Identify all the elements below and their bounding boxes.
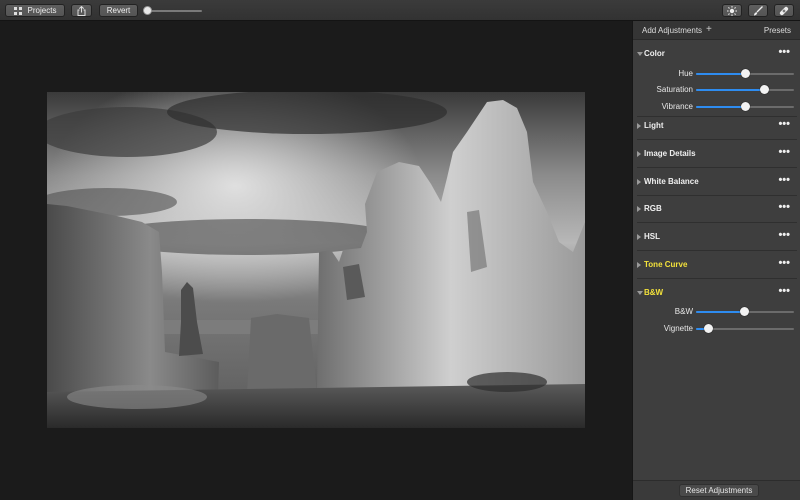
slider-label: Hue <box>678 69 693 78</box>
section-hsl[interactable]: HSL ••• <box>633 229 800 243</box>
disclosure-right-icon[interactable] <box>637 151 641 157</box>
slider-track[interactable] <box>696 102 794 111</box>
retouch-button[interactable] <box>774 4 794 17</box>
plus-icon[interactable]: + <box>706 24 712 35</box>
more-icon[interactable]: ••• <box>778 257 790 269</box>
section-image-details[interactable]: Image Details ••• <box>633 146 800 160</box>
toolbar: Projects Revert <box>0 0 800 21</box>
slider-hue: Hue <box>633 67 800 79</box>
disclosure-right-icon[interactable] <box>637 234 641 240</box>
section-color: Color ••• <box>633 46 800 60</box>
section-title: Light <box>644 121 664 130</box>
section-title: Image Details <box>644 149 696 158</box>
slider-bw: B&W <box>633 305 800 317</box>
disclosure-down-icon[interactable] <box>637 291 643 295</box>
more-icon[interactable]: ••• <box>778 146 790 158</box>
section-color-header[interactable]: Color ••• <box>633 46 800 60</box>
slider-vignette: Vignette <box>633 322 800 334</box>
slider-knob[interactable] <box>741 69 750 78</box>
slider-track[interactable] <box>696 324 794 333</box>
revert-label: Revert <box>106 6 131 15</box>
slider-label: B&W <box>674 307 693 316</box>
more-icon[interactable]: ••• <box>778 174 790 186</box>
brush-icon <box>753 5 763 16</box>
section-bw: B&W ••• <box>633 285 800 299</box>
slider-track[interactable] <box>696 307 794 316</box>
section-bw-header[interactable]: B&W ••• <box>633 285 800 299</box>
slider-label: Saturation <box>656 85 693 94</box>
slider-label: Vignette <box>663 324 693 333</box>
share-icon <box>77 5 86 16</box>
share-button[interactable] <box>71 4 92 17</box>
section-title: HSL <box>644 232 660 241</box>
sun-icon <box>727 5 737 16</box>
more-icon[interactable]: ••• <box>778 229 790 241</box>
slider-label: Vibrance <box>661 102 693 111</box>
slider-saturation: Saturation <box>633 83 800 95</box>
zoom-slider-knob[interactable] <box>143 6 152 15</box>
more-icon[interactable]: ••• <box>778 201 790 213</box>
section-rgb[interactable]: RGB ••• <box>633 201 800 215</box>
slider-vibrance: Vibrance <box>633 100 800 112</box>
adjustments-panel: Add Adjustments + Presets Color ••• Hue … <box>632 21 800 500</box>
panel-footer: Reset Adjustments <box>633 480 800 500</box>
section-title: B&W <box>644 288 664 297</box>
add-adjustments-button[interactable]: Add Adjustments <box>642 26 702 35</box>
section-white-balance[interactable]: White Balance ••• <box>633 174 800 188</box>
section-light[interactable]: Light ••• <box>633 118 800 132</box>
bandage-icon <box>779 6 789 16</box>
section-tone-curve[interactable]: Tone Curve ••• <box>633 257 800 271</box>
brush-button[interactable] <box>748 4 768 17</box>
disclosure-right-icon[interactable] <box>637 123 641 129</box>
slider-track[interactable] <box>696 69 794 78</box>
section-title: RGB <box>644 204 662 213</box>
adjust-button[interactable] <box>722 4 742 17</box>
disclosure-down-icon[interactable] <box>637 52 643 56</box>
grid-icon <box>13 6 22 15</box>
section-title: Color <box>644 49 665 58</box>
section-title: White Balance <box>644 177 699 186</box>
slider-knob[interactable] <box>759 85 769 94</box>
projects-button[interactable]: Projects <box>5 4 65 17</box>
more-icon[interactable]: ••• <box>778 118 790 130</box>
slider-track[interactable] <box>696 85 794 94</box>
panel-header: Add Adjustments + Presets <box>633 21 800 40</box>
reset-adjustments-button[interactable]: Reset Adjustments <box>679 484 759 497</box>
disclosure-right-icon[interactable] <box>637 206 641 212</box>
section-title: Tone Curve <box>644 260 688 269</box>
slider-knob[interactable] <box>741 102 750 111</box>
zoom-slider-track[interactable] <box>150 10 202 12</box>
more-icon[interactable]: ••• <box>778 285 790 297</box>
disclosure-right-icon[interactable] <box>637 179 641 185</box>
slider-knob[interactable] <box>703 324 713 333</box>
disclosure-right-icon[interactable] <box>637 262 641 268</box>
more-icon[interactable]: ••• <box>778 46 790 58</box>
presets-button[interactable]: Presets <box>764 26 791 35</box>
revert-button[interactable]: Revert <box>99 4 138 17</box>
image-canvas <box>0 21 632 500</box>
slider-knob[interactable] <box>740 307 750 316</box>
projects-label: Projects <box>27 6 57 15</box>
photo <box>47 92 585 428</box>
